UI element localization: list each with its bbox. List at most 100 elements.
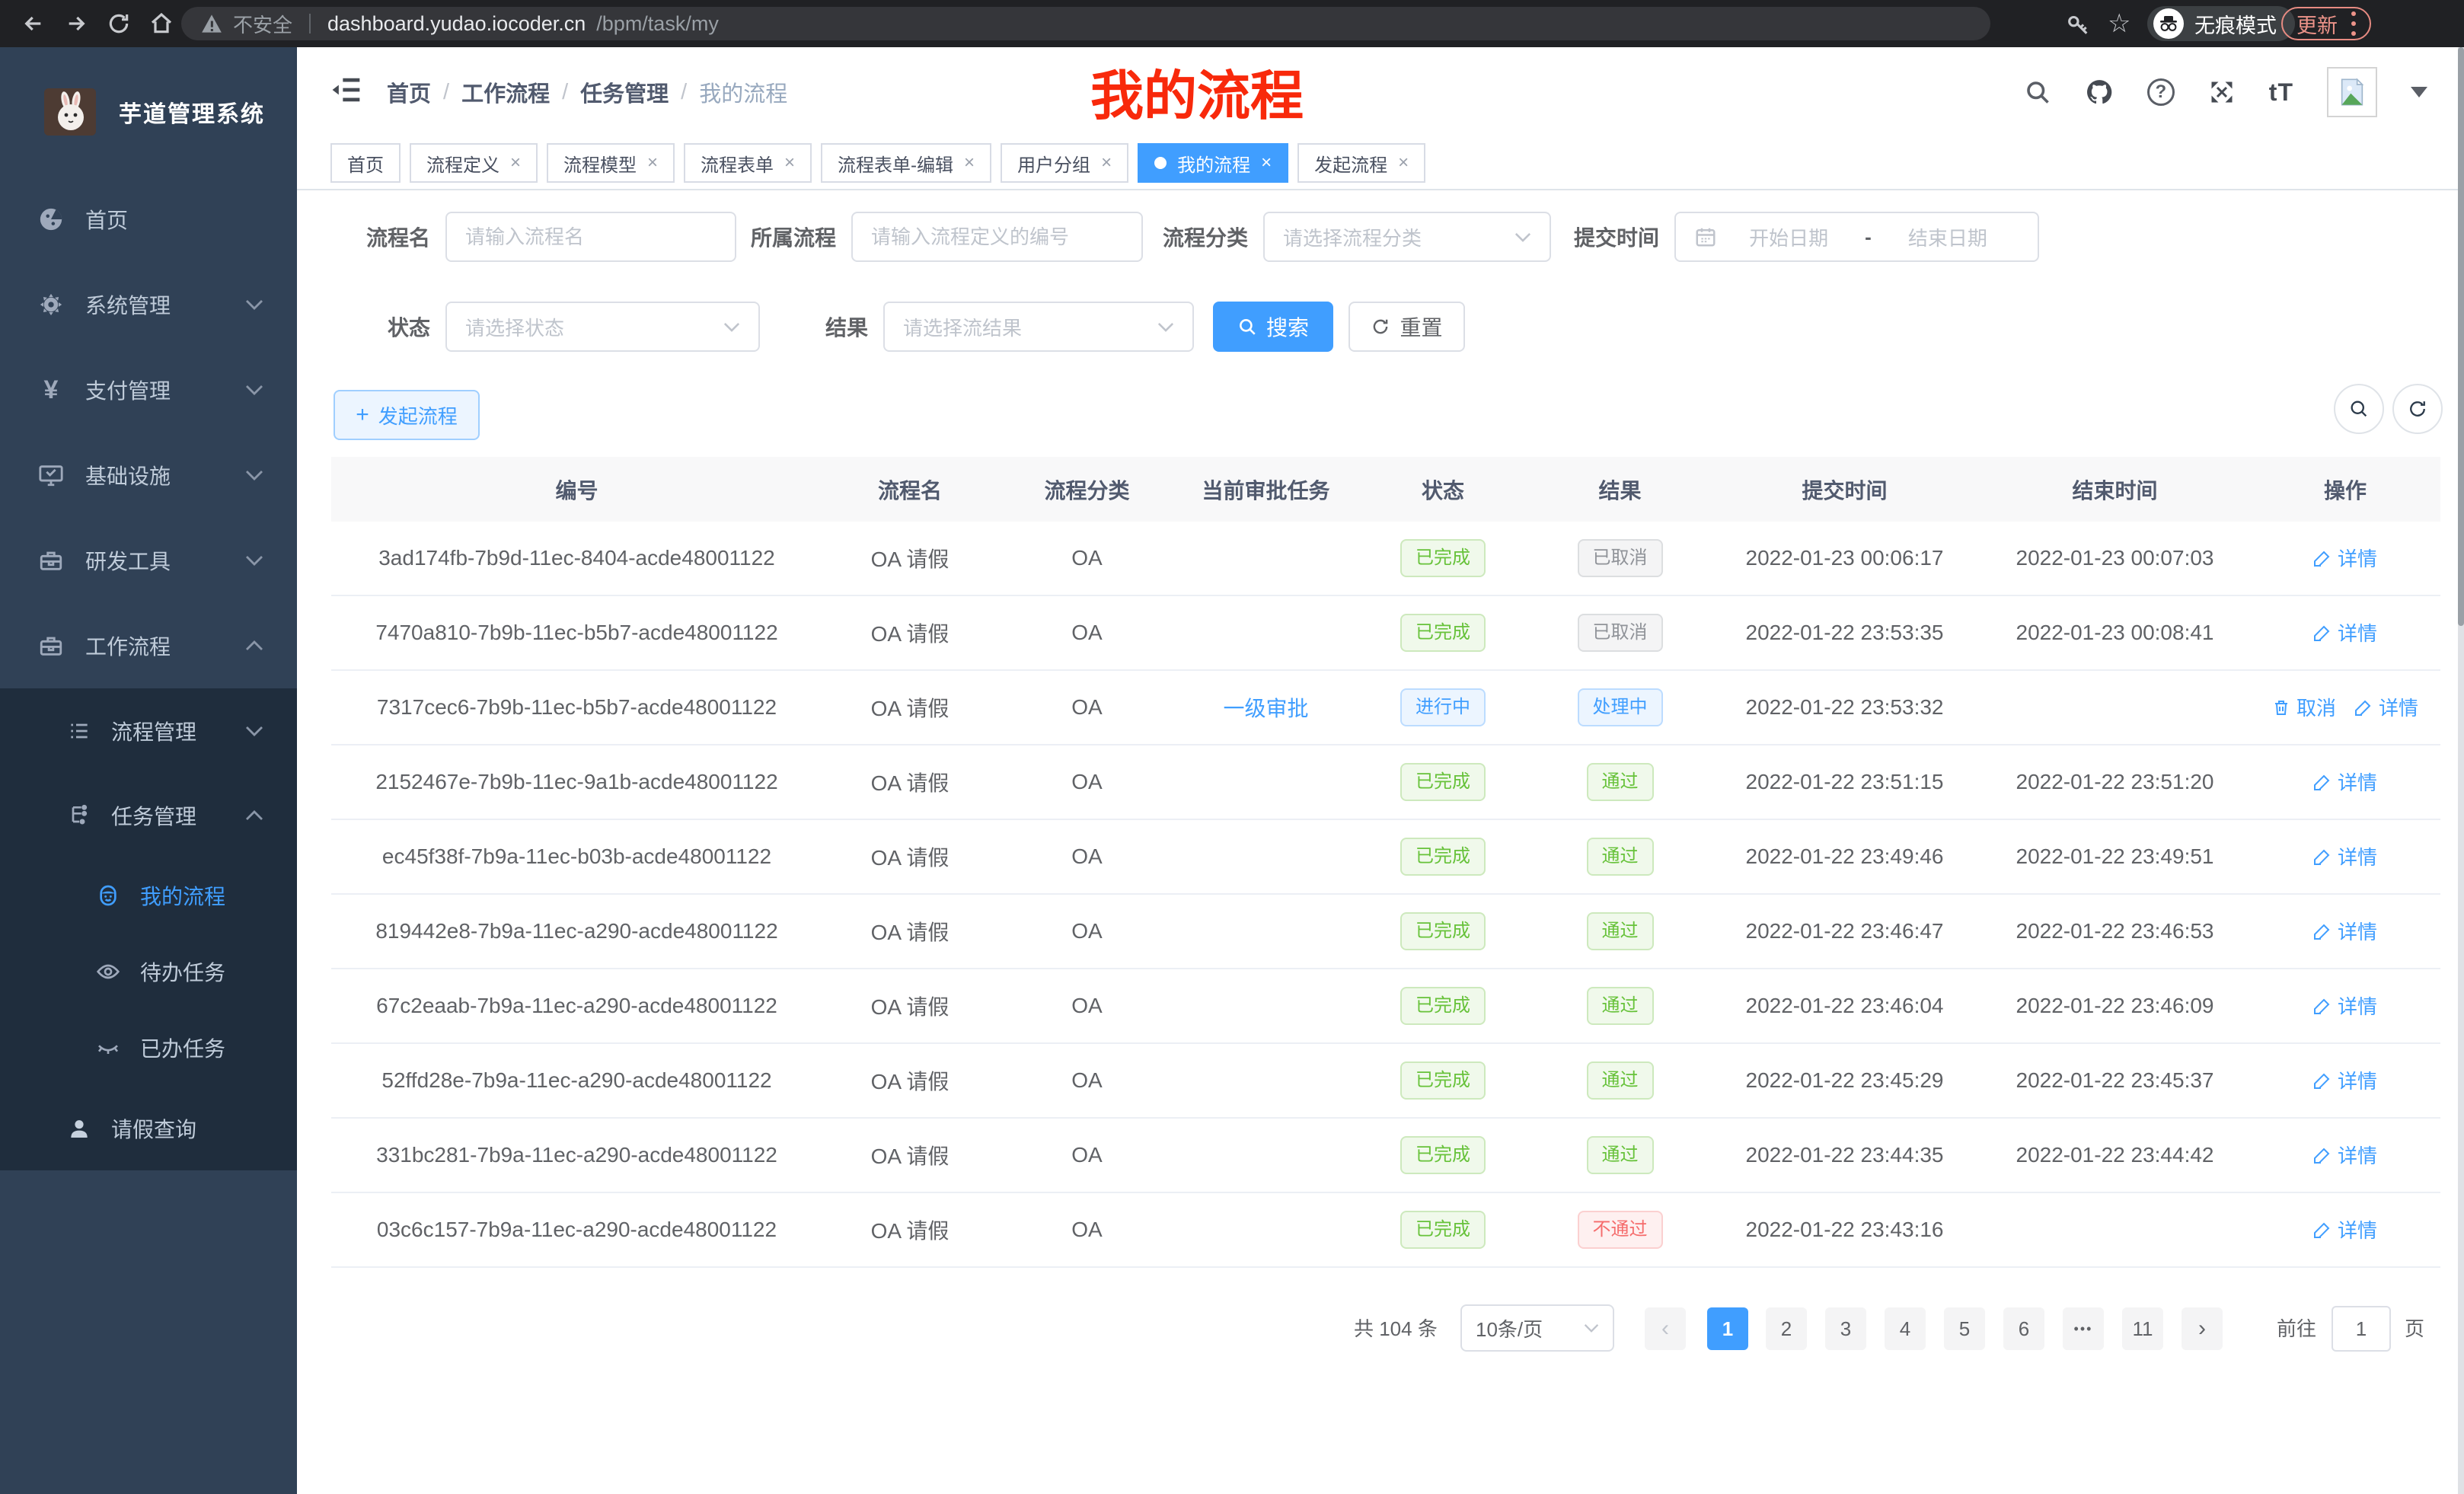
- security-warning-icon[interactable]: [201, 14, 222, 34]
- search-button[interactable]: 搜索: [1213, 302, 1333, 352]
- sidebar-item-todo-tasks[interactable]: 待办任务: [0, 934, 297, 1010]
- detail-link[interactable]: 详情: [2313, 842, 2377, 870]
- pagination-jump-input[interactable]: [2332, 1306, 2391, 1352]
- sidebar-item-done-tasks[interactable]: 已办任务: [0, 1010, 297, 1086]
- process-category-select[interactable]: 请选择流程分类: [1263, 212, 1551, 262]
- toolbar-refresh-button[interactable]: [2392, 384, 2443, 434]
- status-badge: 已完成: [1400, 838, 1486, 876]
- sidebar-item-home[interactable]: 首页: [0, 177, 297, 262]
- sidebar-item-workflow[interactable]: 工作流程: [0, 603, 297, 688]
- detail-link[interactable]: 详情: [2313, 1141, 2377, 1169]
- detail-link[interactable]: 详情: [2313, 768, 2377, 796]
- pagination-page-6[interactable]: 6: [2003, 1307, 2044, 1350]
- process-name-input[interactable]: [445, 212, 736, 262]
- sidebar-item-my-processes[interactable]: 我的流程: [0, 857, 297, 934]
- result-badge: 通过: [1587, 763, 1654, 802]
- close-tab-icon[interactable]: [1398, 154, 1409, 172]
- tab-process-form-edit[interactable]: 流程表单-编辑: [821, 143, 991, 183]
- cell-actions: 详情: [2250, 991, 2440, 1020]
- tab-home[interactable]: 首页: [330, 143, 401, 183]
- tab-label: 流程定义: [426, 150, 500, 177]
- chevron-down-icon: [245, 470, 263, 480]
- detail-link[interactable]: 详情: [2354, 693, 2418, 721]
- sidebar-item-infrastructure[interactable]: 基础设施: [0, 433, 297, 518]
- address-bar[interactable]: 不安全 dashboard.yudao.iocoder.cn/bpm/task/…: [181, 7, 1990, 40]
- pagination-page-5[interactable]: 5: [1944, 1307, 1985, 1350]
- status-select[interactable]: 请选择状态: [445, 302, 760, 352]
- password-key-icon[interactable]: [2065, 11, 2091, 37]
- toolbar-search-toggle-button[interactable]: [2334, 384, 2384, 434]
- cancel-link[interactable]: 取消: [2272, 693, 2336, 721]
- process-definition-input[interactable]: [851, 212, 1143, 262]
- close-tab-icon[interactable]: [1101, 154, 1112, 172]
- detail-link[interactable]: 详情: [2313, 991, 2377, 1020]
- pagination-prev-button[interactable]: [1645, 1307, 1686, 1350]
- tab-my-processes[interactable]: 我的流程: [1138, 143, 1288, 183]
- reset-button[interactable]: 重置: [1348, 302, 1465, 352]
- pagination-page-11[interactable]: 11: [2122, 1307, 2163, 1350]
- tab-process-model[interactable]: 流程模型: [547, 143, 675, 183]
- page-size-select[interactable]: 10条/页: [1460, 1304, 1614, 1352]
- sidebar-item-devtools[interactable]: 研发工具: [0, 518, 297, 603]
- detail-link[interactable]: 详情: [2313, 1215, 2377, 1243]
- tab-process-definition[interactable]: 流程定义: [410, 143, 538, 183]
- close-tab-icon[interactable]: [784, 154, 795, 172]
- browser-scrollbar-thumb[interactable]: [2458, 47, 2464, 626]
- detail-link[interactable]: 详情: [2313, 544, 2377, 572]
- gear-icon: [38, 292, 64, 318]
- pagination-page-4[interactable]: 4: [1885, 1307, 1926, 1350]
- result-select[interactable]: 请选择流结果: [883, 302, 1194, 352]
- detail-link[interactable]: 详情: [2313, 618, 2377, 646]
- search-icon[interactable]: [2024, 78, 2051, 106]
- process-definition-input-field[interactable]: [871, 225, 1123, 249]
- avatar[interactable]: [2327, 67, 2377, 117]
- update-label[interactable]: 更新: [2296, 9, 2338, 39]
- close-tab-icon[interactable]: [964, 154, 975, 172]
- pagination-ellipsis[interactable]: •••: [2063, 1307, 2104, 1350]
- tab-user-group[interactable]: 用户分组: [1001, 143, 1128, 183]
- close-tab-icon[interactable]: [510, 154, 521, 172]
- pagination-next-button[interactable]: [2182, 1307, 2223, 1350]
- close-tab-icon[interactable]: [1261, 154, 1272, 172]
- avatar-caret-icon[interactable]: [2411, 87, 2427, 97]
- browser-menu-icon[interactable]: [2351, 11, 2356, 36]
- browser-update-button[interactable]: 更新: [2281, 7, 2371, 40]
- reset-button-label: 重置: [1400, 311, 1442, 342]
- column-header: 状态: [1355, 474, 1530, 505]
- pagination-page-2[interactable]: 2: [1766, 1307, 1807, 1350]
- breadcrumb-item[interactable]: 首页: [387, 76, 431, 108]
- breadcrumb-separator: /: [443, 80, 449, 105]
- table-row: 67c2eaab-7b9a-11ec-a290-acde48001122 OA …: [331, 969, 2440, 1044]
- close-tab-icon[interactable]: [647, 154, 658, 172]
- help-icon[interactable]: [2147, 78, 2175, 106]
- bookmark-star-icon[interactable]: ☆: [2108, 8, 2130, 39]
- sidebar-item-process-management[interactable]: 流程管理: [0, 688, 297, 773]
- sidebar-item-task-management[interactable]: 任务管理: [0, 773, 297, 857]
- fullscreen-icon[interactable]: [2208, 78, 2236, 106]
- github-icon[interactable]: [2085, 78, 2114, 107]
- browser-forward-icon[interactable]: [64, 11, 88, 36]
- sidebar-item-payment[interactable]: ¥ 支付管理: [0, 347, 297, 433]
- pagination-page-3[interactable]: 3: [1825, 1307, 1866, 1350]
- tab-start-process[interactable]: 发起流程: [1297, 143, 1425, 183]
- breadcrumb-item[interactable]: 工作流程: [461, 76, 550, 108]
- submit-time-range-picker[interactable]: 开始日期 - 结束日期: [1674, 212, 2039, 262]
- hamburger-icon[interactable]: [329, 73, 362, 107]
- start-process-button[interactable]: 发起流程: [334, 390, 480, 440]
- font-size-icon[interactable]: [2269, 78, 2293, 107]
- browser-back-icon[interactable]: [21, 11, 46, 36]
- cell-process-name: OA 请假: [822, 543, 997, 573]
- sidebar-item-leave-query[interactable]: 请假查询: [0, 1086, 297, 1170]
- browser-reload-icon[interactable]: [107, 11, 131, 36]
- current-task-link[interactable]: 一级审批: [1223, 697, 1308, 720]
- process-name-input-field[interactable]: [465, 225, 717, 249]
- breadcrumb-item[interactable]: 任务管理: [580, 76, 669, 108]
- app-logo-row[interactable]: 芋道管理系统: [0, 47, 297, 177]
- sidebar-item-system[interactable]: 系统管理: [0, 262, 297, 347]
- security-label[interactable]: 不安全: [233, 10, 292, 38]
- browser-home-icon[interactable]: [149, 11, 174, 36]
- tab-process-form[interactable]: 流程表单: [684, 143, 812, 183]
- detail-link[interactable]: 详情: [2313, 917, 2377, 945]
- detail-link[interactable]: 详情: [2313, 1066, 2377, 1094]
- pagination-page-1[interactable]: 1: [1707, 1307, 1748, 1350]
